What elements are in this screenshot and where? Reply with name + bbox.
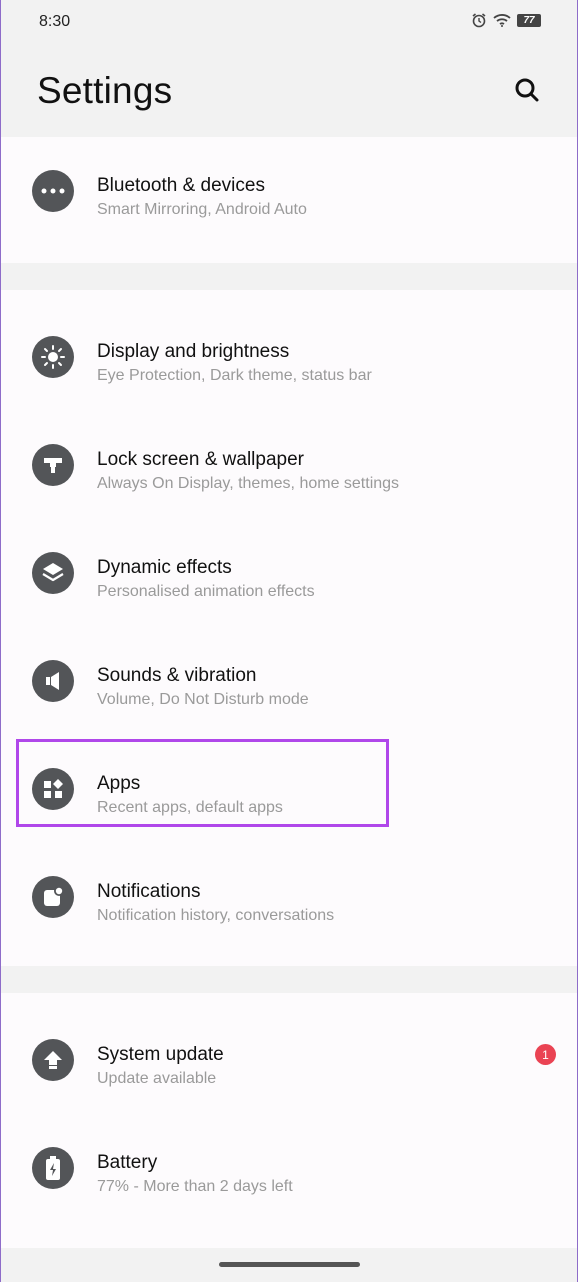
item-subtitle: Recent apps, default apps [97,799,283,816]
apps-grid-icon [32,768,74,810]
settings-item-system-update[interactable]: System update Update available 1 [1,1006,577,1114]
item-title: Sounds & vibration [97,665,257,686]
item-subtitle: Notification history, conversations [97,907,335,924]
item-subtitle: Volume, Do Not Disturb mode [97,691,309,708]
more-icon [32,170,74,212]
status-icons: 77 [471,12,541,28]
settings-item-sounds[interactable]: Sounds & vibration Volume, Do Not Distur… [1,627,577,735]
settings-group-personalisation: Display and brightness Eye Protection, D… [1,290,577,966]
item-title: Battery [97,1152,158,1173]
status-bar: 8:30 77 [1,0,577,48]
item-title: Apps [97,773,141,794]
battery-indicator: 77 [517,13,541,27]
search-button[interactable] [513,76,541,104]
item-subtitle: Eye Protection, Dark theme, status bar [97,367,372,384]
item-title: Dynamic effects [97,557,232,578]
layers-icon [32,552,74,594]
settings-item-lock-screen[interactable]: Lock screen & wallpaper Always On Displa… [1,411,577,519]
settings-item-dynamic-effects[interactable]: Dynamic effects Personalised animation e… [1,519,577,627]
settings-item-display[interactable]: Display and brightness Eye Protection, D… [1,303,577,411]
item-subtitle: Always On Display, themes, home settings [97,475,400,492]
update-badge: 1 [535,1044,556,1065]
upload-icon [32,1039,74,1081]
speaker-icon [32,660,74,702]
battery-charging-icon [32,1147,74,1189]
settings-item-apps[interactable]: Apps Recent apps, default apps [1,735,577,843]
header: Settings [1,48,577,136]
item-title: Bluetooth & devices [97,175,265,196]
settings-item-bluetooth[interactable]: Bluetooth & devices Smart Mirroring, And… [1,137,577,245]
settings-item-notifications[interactable]: Notifications Notification history, conv… [1,843,577,951]
alarm-icon [471,12,487,28]
page-title: Settings [37,70,173,111]
item-subtitle: Update available [97,1070,217,1087]
item-title: Lock screen & wallpaper [97,449,304,470]
settings-item-battery[interactable]: Battery 77% - More than 2 days left [1,1114,577,1222]
item-subtitle: Personalised animation effects [97,583,315,600]
item-title: System update [97,1044,224,1065]
item-title: Display and brightness [97,341,290,362]
item-title: Notifications [97,881,201,902]
lock-screen-icon [32,444,74,486]
notification-icon [32,876,74,918]
status-time: 8:30 [39,13,71,30]
settings-group-connections: Bluetooth & devices Smart Mirroring, And… [1,137,577,263]
item-subtitle: Smart Mirroring, Android Auto [97,201,307,218]
settings-group-system: System update Update available 1 Battery… [1,993,577,1248]
item-subtitle: 77% - More than 2 days left [97,1178,293,1195]
brightness-icon [32,336,74,378]
search-icon [515,78,539,102]
wifi-icon [493,13,511,27]
home-indicator[interactable] [219,1262,360,1267]
